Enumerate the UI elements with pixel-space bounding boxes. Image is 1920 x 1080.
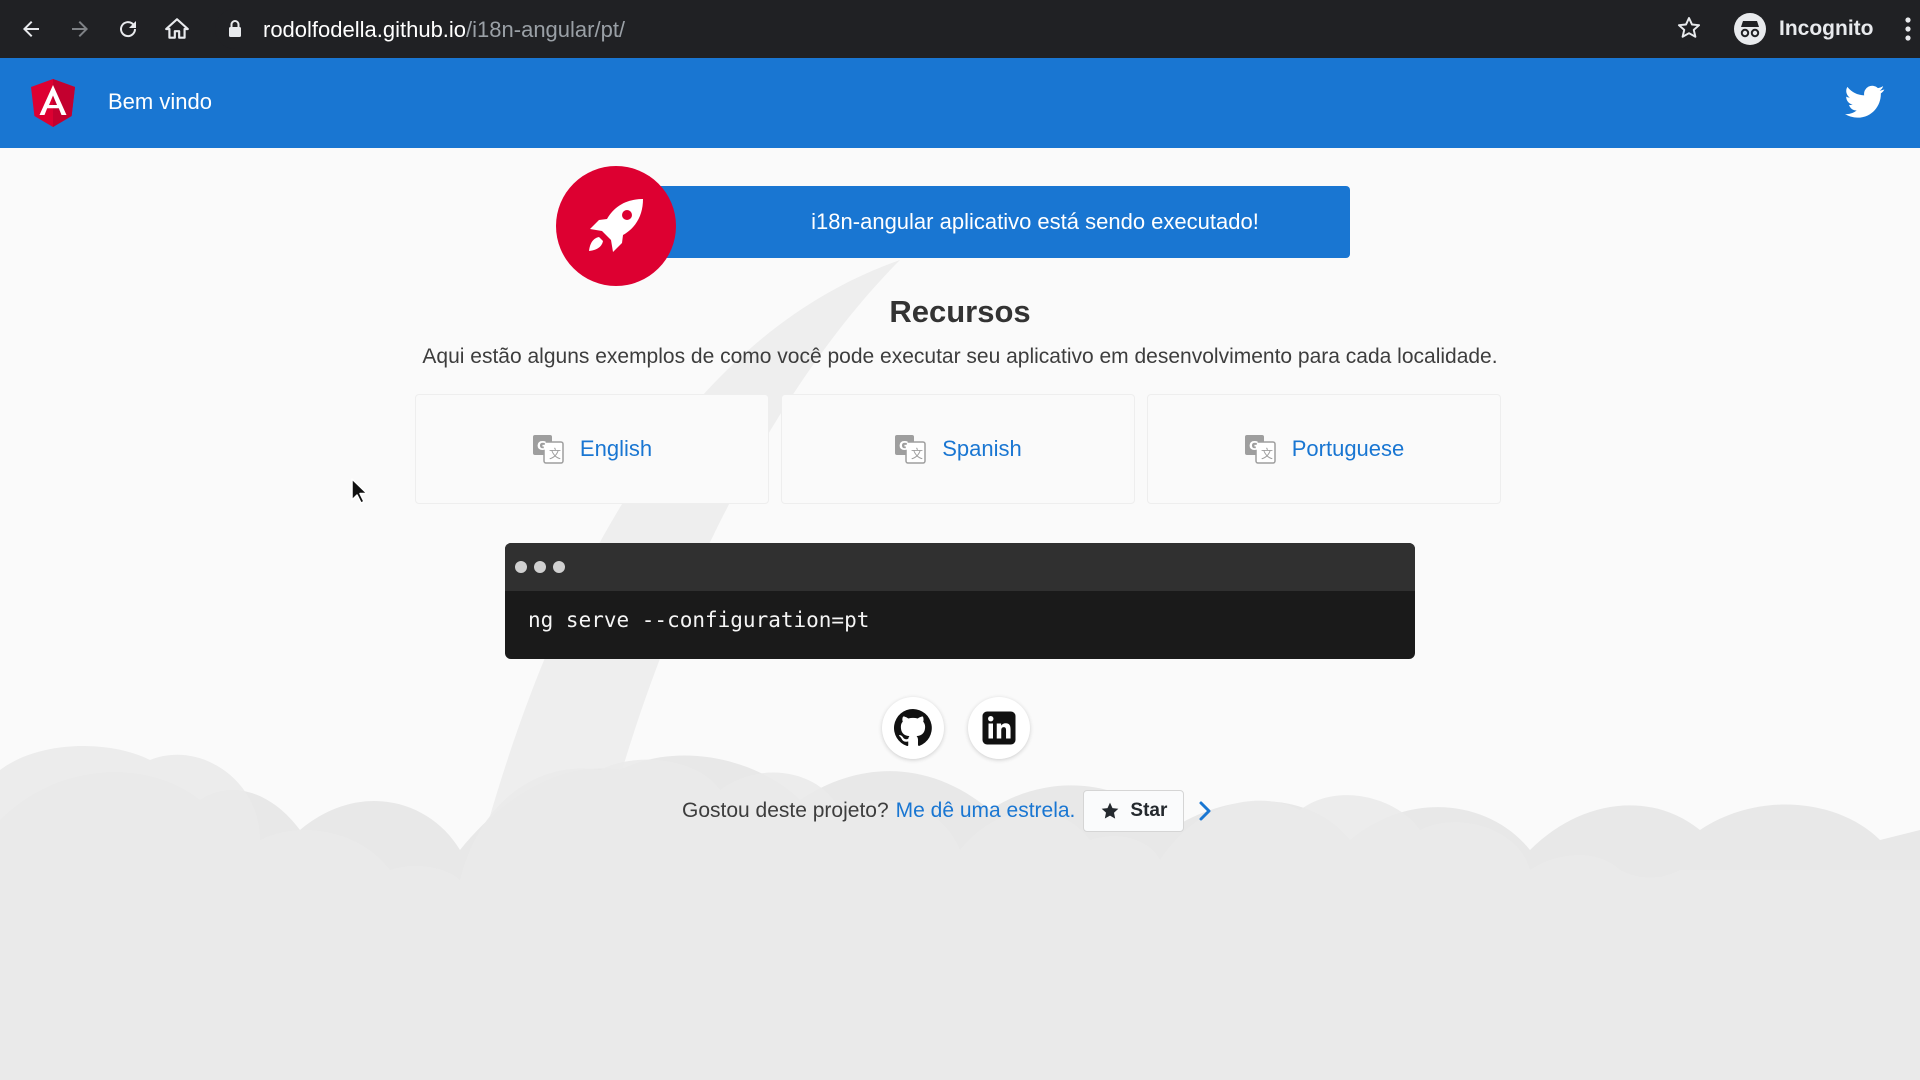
terminal-title-bar (505, 543, 1415, 591)
address-bar[interactable]: rodolfodella.github.io/i18n-angular/pt/ (215, 9, 1700, 49)
incognito-profile[interactable]: Incognito (1733, 10, 1873, 48)
linkedin-link[interactable] (968, 697, 1030, 759)
card-english-label: English (579, 436, 653, 461)
svg-text:G: G (1249, 439, 1259, 453)
mouse-cursor-icon (351, 478, 368, 504)
svg-text:文: 文 (911, 446, 923, 461)
back-arrow-icon (23, 21, 39, 37)
url-text: rodolfodella.github.io/i18n-angular/pt/ (263, 17, 625, 43)
github-link[interactable] (882, 697, 944, 759)
running-banner: i18n-angular aplicativo está sendo execu… (640, 186, 1350, 258)
app-toolbar: Bem vindo (0, 58, 1920, 148)
terminal-dot (534, 561, 546, 573)
home-button[interactable] (161, 13, 193, 45)
terminal-dot (515, 561, 527, 573)
social-links (882, 697, 1030, 759)
rocket-badge (556, 166, 676, 286)
chevron-right-icon[interactable] (1198, 800, 1212, 822)
footer-question: Gostou deste projeto? (682, 799, 889, 822)
banner-text: i18n-angular aplicativo está sendo execu… (811, 209, 1259, 234)
back-button[interactable] (15, 13, 47, 45)
star-button-label: Star (1130, 800, 1168, 821)
svg-text:文: 文 (549, 446, 561, 461)
card-spanish[interactable]: G文 Spanish (781, 394, 1135, 504)
reload-button[interactable] (112, 13, 144, 45)
terminal-window: ng serve --configuration=pt (505, 543, 1415, 659)
github-star-button[interactable]: Star (1083, 790, 1185, 832)
incognito-icon (1734, 13, 1766, 45)
locale-cards: G文 English G文 Spanish G文 Portuguese (415, 394, 1501, 504)
resources-subtitle: Aqui estão alguns exemplos de como você … (422, 345, 1498, 368)
browser-chrome: rodolfodella.github.io/i18n-angular/pt/ … (0, 0, 1920, 58)
star-icon (1102, 802, 1119, 819)
resources-heading: Recursos (889, 294, 1031, 329)
incognito-label: Incognito (1779, 17, 1874, 40)
linkedin-icon (982, 711, 1016, 745)
url-host: rodolfodella.github.io (263, 17, 467, 42)
forward-arrow-icon (72, 21, 88, 37)
terminal-command: ng serve --configuration=pt (528, 608, 870, 632)
toolbar-title: Bem vindo (108, 89, 212, 114)
translate-icon: G文 (1244, 435, 1276, 464)
card-portuguese-label: Portuguese (1291, 436, 1405, 461)
terminal-dot (553, 561, 565, 573)
angular-logo-icon (31, 79, 75, 127)
bookmark-star-icon[interactable] (1676, 15, 1702, 41)
star-link[interactable]: Me dê uma estrela. (896, 799, 1076, 823)
card-spanish-label: Spanish (942, 436, 1022, 461)
lock-icon (229, 20, 241, 37)
svg-text:G: G (899, 439, 909, 453)
footer-star-row: Gostou deste projeto? Me dê uma estrela.… (682, 790, 1212, 832)
twitter-icon[interactable] (1845, 85, 1885, 119)
svg-text:文: 文 (1261, 446, 1273, 461)
forward-button[interactable] (64, 13, 96, 45)
rocket-icon (589, 199, 643, 252)
github-icon (894, 709, 932, 747)
home-icon (165, 18, 189, 39)
svg-text:G: G (537, 439, 547, 453)
translate-icon: G文 (532, 435, 564, 464)
card-english[interactable]: G文 English (415, 394, 769, 504)
reload-icon (120, 21, 137, 38)
browser-menu-icon[interactable] (1904, 16, 1912, 42)
translate-icon: G文 (895, 435, 926, 464)
url-path: /i18n-angular/pt/ (466, 17, 626, 42)
card-portuguese[interactable]: G文 Portuguese (1147, 394, 1501, 504)
